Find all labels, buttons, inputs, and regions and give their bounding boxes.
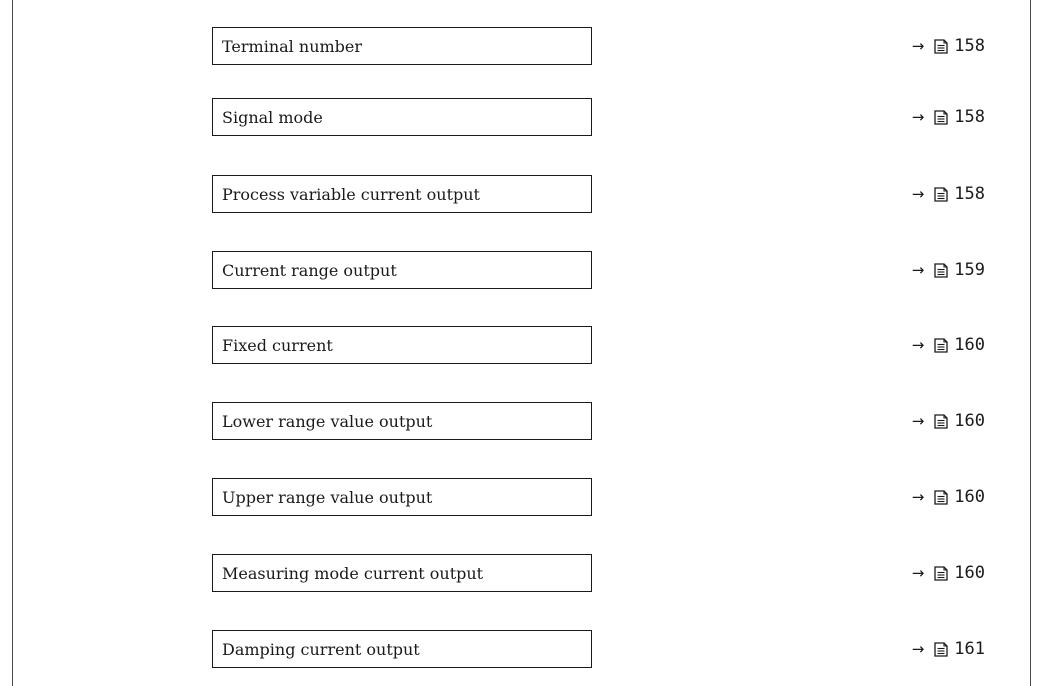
page-reference[interactable]: → 160	[912, 554, 985, 592]
parameter-box[interactable]: Process variable current output	[212, 175, 592, 213]
parameter-row-current-range-output: Current range output → 159	[212, 251, 999, 289]
parameter-box[interactable]: Lower range value output	[212, 402, 592, 440]
parameter-box[interactable]: Fixed current	[212, 326, 592, 364]
page-number: 160	[954, 487, 985, 507]
page-reference-icon	[934, 565, 948, 581]
parameter-box[interactable]: Damping current output	[212, 630, 592, 668]
arrow-right-icon: →	[911, 336, 925, 354]
arrow-right-icon: →	[911, 640, 925, 658]
parameter-row-upper-range-value-output: Upper range value output → 160	[212, 478, 999, 516]
page-reference-icon	[934, 109, 948, 125]
arrow-right-icon: →	[911, 412, 925, 430]
page-number: 158	[954, 36, 985, 56]
parameter-box[interactable]: Measuring mode current output	[212, 554, 592, 592]
page-number: 158	[954, 107, 985, 127]
page-reference-icon	[934, 641, 948, 657]
arrow-right-icon: →	[911, 261, 925, 279]
parameter-box[interactable]: Upper range value output	[212, 478, 592, 516]
arrow-right-icon: →	[911, 564, 925, 582]
arrow-right-icon: →	[911, 108, 925, 126]
parameter-box[interactable]: Current range output	[212, 251, 592, 289]
page-number: 159	[954, 260, 985, 280]
parameter-box[interactable]: Signal mode	[212, 98, 592, 136]
page-reference[interactable]: → 158	[912, 175, 985, 213]
parameter-row-signal-mode: Signal mode → 158	[212, 98, 999, 136]
page-number: 161	[954, 639, 985, 659]
page-reference-icon	[934, 489, 948, 505]
parameter-row-lower-range-value-output: Lower range value output → 160	[212, 402, 999, 440]
page-reference[interactable]: → 158	[912, 98, 985, 136]
arrow-right-icon: →	[911, 37, 925, 55]
page-number: 160	[954, 563, 985, 583]
arrow-right-icon: →	[911, 185, 925, 203]
page-number: 160	[954, 335, 985, 355]
page-reference-icon	[934, 186, 948, 202]
page-reference[interactable]: → 159	[912, 251, 985, 289]
page-reference[interactable]: → 158	[912, 27, 985, 65]
parameter-box[interactable]: Terminal number	[212, 27, 592, 65]
page-reference-icon	[934, 262, 948, 278]
page-reference[interactable]: → 160	[912, 478, 985, 516]
parameter-row-fixed-current: Fixed current → 160	[212, 326, 999, 364]
parameter-row-measuring-mode-current-output: Measuring mode current output → 160	[212, 554, 999, 592]
page-number: 160	[954, 411, 985, 431]
page-number: 158	[954, 184, 985, 204]
page-reference[interactable]: → 160	[912, 402, 985, 440]
page-reference-icon	[934, 38, 948, 54]
page-reference[interactable]: → 161	[912, 630, 985, 668]
page-reference[interactable]: → 160	[912, 326, 985, 364]
page-reference-icon	[934, 413, 948, 429]
parameter-row-terminal-number: Terminal number → 158	[212, 27, 999, 65]
parameter-row-process-variable-current-output: Process variable current output → 158	[212, 175, 999, 213]
arrow-right-icon: →	[911, 488, 925, 506]
parameter-row-damping-current-output: Damping current output → 161	[212, 630, 999, 668]
page-reference-icon	[934, 337, 948, 353]
